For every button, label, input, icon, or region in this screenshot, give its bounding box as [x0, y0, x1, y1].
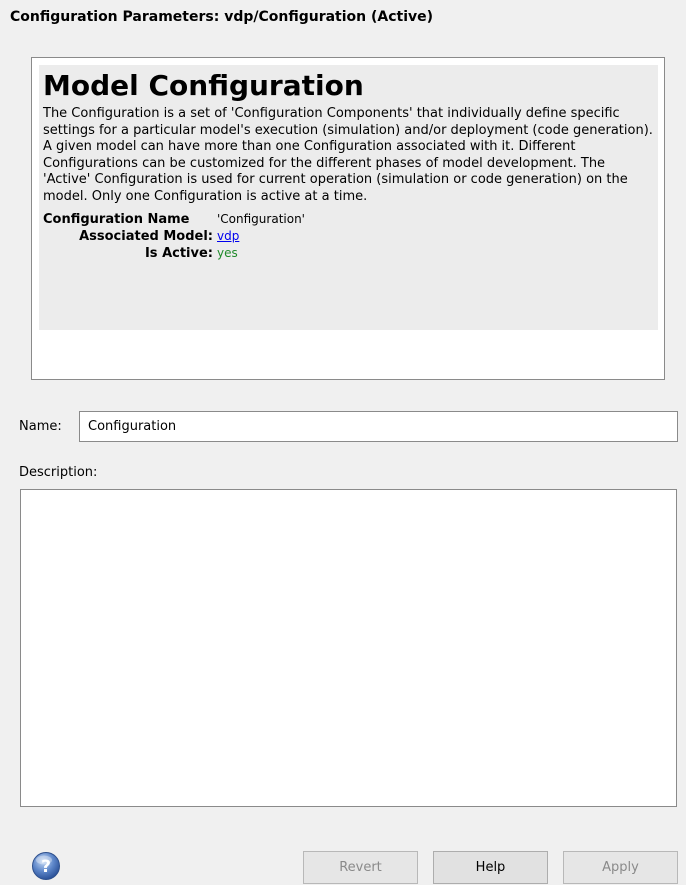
associated-model-link[interactable]: vdp: [217, 229, 239, 243]
is-active-row: Is Active: yes: [43, 245, 654, 262]
name-label: Name:: [19, 419, 62, 434]
configuration-name-label: Configuration Name: [43, 212, 190, 227]
associated-model-label: Associated Model:: [79, 229, 213, 244]
info-description: The Configuration is a set of 'Configura…: [43, 106, 653, 204]
info-content: Model Configuration The Configuration is…: [39, 65, 658, 330]
is-active-value: yes: [217, 246, 238, 260]
configuration-name-value: 'Configuration': [217, 212, 305, 226]
is-active-label: Is Active:: [144, 246, 213, 261]
info-heading: Model Configuration: [43, 69, 364, 102]
description-textarea[interactable]: [20, 489, 677, 807]
svg-text:?: ?: [41, 857, 51, 877]
window-title: Configuration Parameters: vdp/Configurat…: [10, 9, 434, 25]
apply-button[interactable]: Apply: [563, 851, 678, 884]
description-label: Description:: [19, 465, 98, 480]
help-icon[interactable]: ?: [31, 851, 61, 881]
info-panel: Model Configuration The Configuration is…: [31, 57, 665, 380]
help-button[interactable]: Help: [433, 851, 548, 884]
revert-button[interactable]: Revert: [303, 851, 418, 884]
name-input[interactable]: [79, 411, 678, 442]
configuration-name-row: Configuration Name 'Configuration': [43, 211, 654, 228]
associated-model-row: Associated Model: vdp: [43, 228, 654, 245]
